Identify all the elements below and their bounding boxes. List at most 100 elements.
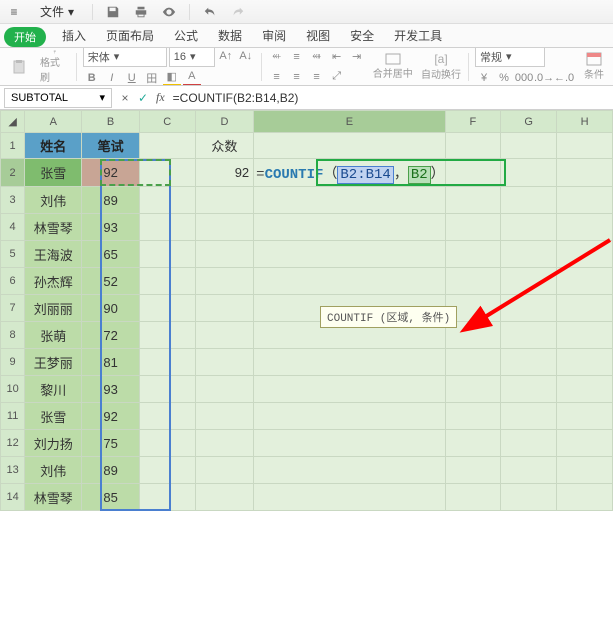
col-header[interactable]: F bbox=[445, 111, 501, 133]
orientation-icon[interactable]: ⤢ bbox=[328, 68, 346, 86]
row-header[interactable]: 8 bbox=[1, 322, 25, 349]
cell[interactable]: 刘力扬 bbox=[25, 430, 82, 457]
cell[interactable] bbox=[501, 349, 557, 376]
cell[interactable]: 92 bbox=[82, 403, 140, 430]
tab-data[interactable]: 数据 bbox=[208, 23, 252, 47]
cell[interactable] bbox=[139, 376, 195, 403]
cell[interactable] bbox=[501, 430, 557, 457]
cell[interactable] bbox=[445, 241, 501, 268]
tab-formula[interactable]: 公式 bbox=[164, 23, 208, 47]
cancel-formula-button[interactable]: × bbox=[116, 91, 134, 105]
cell[interactable]: 65 bbox=[82, 241, 140, 268]
fx-label[interactable]: fx bbox=[152, 90, 169, 105]
indent-dec-icon[interactable]: ⇤ bbox=[328, 48, 346, 66]
row-header[interactable]: 6 bbox=[1, 268, 25, 295]
col-header[interactable]: C bbox=[139, 111, 195, 133]
cell[interactable] bbox=[557, 159, 613, 187]
wrap-button[interactable]: [a]自动换行 bbox=[420, 50, 462, 84]
align-top-icon[interactable]: ⬴ bbox=[268, 48, 286, 66]
row-header[interactable]: 9 bbox=[1, 349, 25, 376]
cell[interactable]: 75 bbox=[82, 430, 140, 457]
cell[interactable] bbox=[139, 484, 195, 511]
cell[interactable] bbox=[557, 403, 613, 430]
select-all-corner[interactable]: ◢ bbox=[1, 111, 25, 133]
cell[interactable] bbox=[445, 133, 501, 159]
cell[interactable] bbox=[501, 214, 557, 241]
col-header[interactable]: B bbox=[82, 111, 140, 133]
cell[interactable] bbox=[557, 268, 613, 295]
bold-icon[interactable]: B bbox=[83, 69, 101, 87]
redo-icon[interactable] bbox=[228, 2, 248, 22]
cell[interactable] bbox=[195, 430, 254, 457]
row-header[interactable]: 11 bbox=[1, 403, 25, 430]
cell[interactable] bbox=[254, 187, 445, 214]
row-header[interactable]: 13 bbox=[1, 457, 25, 484]
border-icon[interactable]: 田 bbox=[143, 69, 161, 87]
cell[interactable] bbox=[139, 322, 195, 349]
italic-icon[interactable]: I bbox=[103, 69, 121, 87]
cell[interactable] bbox=[445, 376, 501, 403]
cell[interactable] bbox=[254, 484, 445, 511]
decrease-font-icon[interactable]: A↓ bbox=[237, 48, 255, 65]
cell[interactable] bbox=[254, 403, 445, 430]
cell[interactable]: 笔试 bbox=[82, 133, 140, 159]
row-header[interactable]: 3 bbox=[1, 187, 25, 214]
cell[interactable]: 姓名 bbox=[25, 133, 82, 159]
print-icon[interactable] bbox=[131, 2, 151, 22]
indent-inc-icon[interactable]: ⇥ bbox=[348, 48, 366, 66]
row-header[interactable]: 1 bbox=[1, 133, 25, 159]
cell[interactable]: 王梦丽 bbox=[25, 349, 82, 376]
row-header[interactable]: 4 bbox=[1, 214, 25, 241]
cell[interactable]: 张雪 bbox=[25, 159, 82, 187]
cell[interactable] bbox=[557, 241, 613, 268]
cell[interactable] bbox=[501, 268, 557, 295]
cell[interactable] bbox=[195, 268, 254, 295]
cell[interactable] bbox=[557, 376, 613, 403]
worksheet[interactable]: ◢ A B C D E F G H 1 姓名 笔试 众数 2 张雪 92 92 … bbox=[0, 110, 613, 511]
cell[interactable] bbox=[501, 187, 557, 214]
cell[interactable] bbox=[557, 187, 613, 214]
name-box[interactable]: SUBTOTAL ▾ bbox=[4, 88, 112, 108]
tab-insert[interactable]: 插入 bbox=[52, 23, 96, 47]
tab-security[interactable]: 安全 bbox=[340, 23, 384, 47]
cell[interactable]: 刘伟 bbox=[25, 187, 82, 214]
paste-button[interactable] bbox=[4, 50, 34, 84]
size-select[interactable]: 16▾ bbox=[169, 48, 215, 67]
cell[interactable] bbox=[557, 349, 613, 376]
cell[interactable] bbox=[445, 187, 501, 214]
cell[interactable] bbox=[445, 268, 501, 295]
cell[interactable] bbox=[445, 484, 501, 511]
format-brush-button[interactable]: 格式刷 bbox=[40, 50, 70, 84]
cell[interactable]: 刘丽丽 bbox=[25, 295, 82, 322]
cell[interactable] bbox=[254, 457, 445, 484]
fill-color-icon[interactable]: ◧ bbox=[163, 69, 181, 87]
col-header[interactable]: D bbox=[195, 111, 254, 133]
cell[interactable] bbox=[501, 457, 557, 484]
cell[interactable] bbox=[139, 159, 195, 187]
confirm-formula-button[interactable]: ✓ bbox=[134, 91, 152, 105]
cell[interactable] bbox=[254, 268, 445, 295]
cell[interactable] bbox=[445, 430, 501, 457]
align-center-icon[interactable]: ≡ bbox=[288, 68, 306, 86]
cell[interactable]: 72 bbox=[82, 322, 140, 349]
cell[interactable] bbox=[195, 376, 254, 403]
cell[interactable] bbox=[139, 214, 195, 241]
cell[interactable] bbox=[195, 187, 254, 214]
col-header[interactable]: E bbox=[254, 111, 445, 133]
cell[interactable] bbox=[445, 214, 501, 241]
cell[interactable]: 92 bbox=[82, 159, 140, 187]
cell[interactable] bbox=[254, 241, 445, 268]
increase-font-icon[interactable]: A↑ bbox=[217, 48, 235, 65]
cell[interactable] bbox=[195, 484, 254, 511]
cell[interactable]: 王海波 bbox=[25, 241, 82, 268]
row-header[interactable]: 10 bbox=[1, 376, 25, 403]
preview-icon[interactable] bbox=[159, 2, 179, 22]
merge-button[interactable]: 合并居中 bbox=[372, 50, 414, 84]
dec-inc-icon[interactable]: .0→ bbox=[535, 69, 553, 87]
font-select[interactable]: 宋体▾ bbox=[83, 48, 167, 67]
cell[interactable] bbox=[139, 349, 195, 376]
cell[interactable]: 90 bbox=[82, 295, 140, 322]
cond-format-button[interactable]: 条件 bbox=[579, 50, 609, 84]
cell[interactable]: 92 bbox=[195, 159, 254, 187]
cell[interactable]: 众数 bbox=[195, 133, 254, 159]
